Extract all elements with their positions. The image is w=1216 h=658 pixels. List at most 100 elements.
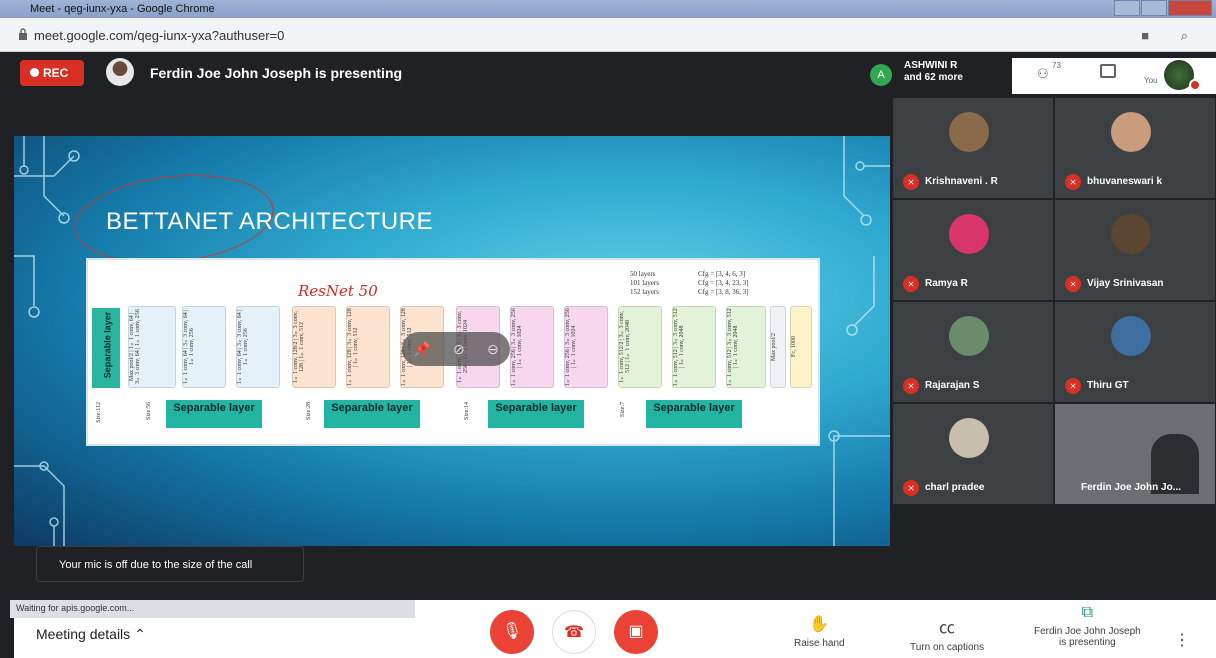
participants-header: A ASHWINI R and 62 more ⚇ 73 You (862, 58, 1216, 94)
minimize-button[interactable] (1114, 0, 1140, 16)
conv-block: 1×1 conv, 512 | 3×3 conv, 512 | 1×1 conv… (726, 306, 766, 388)
participant-tile[interactable]: ⨯ Rajarajan S (893, 302, 1053, 402)
hand-icon: ✋ (809, 616, 830, 633)
conv-block: Max pool/2 | 1×1 conv, 64 | 3×3 conv, 64… (128, 306, 176, 388)
close-button[interactable] (1168, 0, 1212, 16)
participant-name: Thiru GT (1087, 380, 1129, 391)
phone-hangup-icon: ☎ (564, 624, 584, 641)
remove-icon[interactable]: ⊖ (487, 341, 499, 358)
cfg-layer-101: 101 layers (630, 279, 659, 287)
mic-off-icon: ⨯ (903, 480, 919, 496)
people-icon[interactable]: ⚇ (1037, 66, 1049, 82)
size-label: Size:28 (306, 402, 312, 420)
cfg-value-101: Cfg = [3, 4, 23, 3] (698, 279, 749, 287)
participant-tile[interactable]: ⨯ Ramya R (893, 200, 1053, 300)
participant-tile[interactable]: ⨯ Vijay Srinivasan (1055, 200, 1215, 300)
avatar: A (870, 64, 892, 86)
raise-hand-button[interactable]: ✋ Raise hand (794, 614, 845, 649)
separable-layer-block: Separable layer (324, 400, 420, 428)
browser-title-bar: Meet - qeg-iunx-yxa - Google Chrome (0, 0, 1216, 18)
lock-icon (19, 28, 27, 40)
participant-name: Rajarajan S (925, 380, 980, 391)
address-bar[interactable]: meet.google.com/qeg-iunx-yxa?authuser=0 … (0, 18, 1216, 52)
conv-block: 1×1 conv, 256 | 3×3 conv, 256 | 1×1 conv… (510, 306, 554, 388)
participant-tile[interactable]: ⨯ bhuvaneswari k (1055, 98, 1215, 198)
participant-name: Ferdin Joe John Jo... (1081, 482, 1182, 493)
mic-off-icon: ⨯ (1065, 174, 1081, 190)
avatar (949, 214, 989, 254)
size-label: Size:7 (620, 402, 626, 417)
conv-block: 1×1 conv, 64 | 3×3 conv, 64 | 1×1 conv, … (182, 306, 226, 388)
slide-title: BETTANET ARCHITECTURE (106, 208, 433, 235)
more-options-icon[interactable]: ⋮ (1174, 630, 1190, 650)
separable-layer-block: Separable layer (488, 400, 584, 428)
mic-off-icon: ⨯ (903, 174, 919, 190)
participant-tile[interactable]: ⨯ Thiru GT (1055, 302, 1215, 402)
chat-icon[interactable] (1100, 64, 1116, 78)
avatar (1111, 316, 1151, 356)
separable-layer-block: Separable layer (646, 400, 742, 428)
you-label: You (1144, 76, 1158, 85)
conv-block: 1×1 conv, 128 | 3×3 conv, 128 | 1×1 conv… (346, 306, 390, 388)
captions-button[interactable]: ㏄ Turn on captions (910, 614, 984, 653)
extension-icons[interactable]: ■ ⌕ (1141, 28, 1202, 44)
presentation-slide: BETTANET ARCHITECTURE Separable layer Re… (14, 136, 890, 546)
meeting-details-button[interactable]: Meeting details ⌃ (36, 626, 146, 643)
people-count: 73 (1052, 61, 1061, 70)
cfg-layers: 50 layers 101 layers 152 layers (630, 270, 659, 297)
mic-off-icon: ⨯ (1065, 276, 1081, 292)
meet-window: REC Ferdin Joe John Joseph is presenting… (0, 52, 1216, 658)
maximize-button[interactable] (1141, 0, 1167, 16)
captions-label: Turn on captions (910, 642, 985, 653)
size-label: Size:112 (96, 402, 102, 423)
pin-icon[interactable]: 📌 (413, 341, 430, 358)
raise-hand-label: Raise hand (794, 638, 845, 649)
resnet-annotation: ResNet 50 (298, 282, 378, 300)
participant-name: ASHWINI R (904, 60, 958, 71)
participant-tile[interactable]: ⨯ Krishnaveni . R (893, 98, 1053, 198)
conv-block: 1×1 conv, 256 | 3×3 conv, 256 | 1×1 conv… (564, 306, 608, 388)
mic-toggle-button[interactable]: 🎙 (490, 610, 534, 654)
size-label: Size:14 (464, 402, 470, 420)
participant-name: bhuvaneswari k (1087, 176, 1163, 187)
conv-block: 1×1 conv, 512/2 | 3×3 conv, 512 | 1×1 co… (618, 306, 662, 388)
chevron-up-icon: ⌃ (134, 626, 146, 642)
avatar (949, 316, 989, 356)
presenter-avatar (106, 58, 134, 86)
recording-badge: REC (20, 60, 84, 86)
mic-off-icon: ⨯ (903, 378, 919, 394)
participant-name: Krishnaveni . R (925, 176, 998, 187)
participant-preview[interactable]: A ASHWINI R and 62 more (862, 58, 1012, 94)
window-controls (1113, 0, 1212, 16)
participant-name: Ramya R (925, 278, 968, 289)
participant-tile[interactable]: ⨯ charl pradee (893, 404, 1053, 504)
browser-status-bar: Waiting for apis.google.com... (10, 600, 415, 618)
notification-dot (1189, 79, 1201, 91)
mute-icon[interactable]: ⊘ (453, 341, 465, 358)
participant-more: and 62 more (904, 72, 963, 83)
avatar (949, 112, 989, 152)
presentation-overlay-controls: 📌 ⊘ ⊖ (402, 332, 510, 366)
presentation-status-button[interactable]: ⧉ Ferdin Joe John Joseph is presenting (1034, 604, 1141, 648)
camera-toggle-button[interactable]: ▣ (614, 610, 658, 654)
size-label: Size:56 (146, 402, 152, 420)
maxpool-block: Max pool/2 (770, 306, 786, 388)
meeting-details-label: Meeting details (36, 626, 131, 642)
side-separable-layer: Separable layer (92, 308, 120, 388)
conv-block: 1×1 conv, 128/2 | 3×3 conv, 128 | 1×1 co… (292, 306, 336, 388)
separable-layer-block: Separable layer (166, 400, 262, 428)
rec-label: REC (43, 66, 69, 80)
mic-off-icon: 🎙 (501, 623, 523, 640)
conv-block: 1×1 conv, 64 | 3×3 conv, 64 | 1×1 conv, … (236, 306, 280, 388)
captions-icon: ㏄ (939, 620, 956, 637)
window-title: Meet - qeg-iunx-yxa - Google Chrome (30, 3, 215, 15)
cfg-value-50: Cfg = [3, 4, 6, 3] (698, 270, 746, 278)
presenting-line1: Ferdin Joe John Joseph (1034, 626, 1141, 637)
url-text[interactable]: meet.google.com/qeg-iunx-yxa?authuser=0 (34, 28, 284, 43)
presenter-video-tile[interactable]: Ferdin Joe John Jo... (1055, 404, 1215, 504)
participant-names: ASHWINI R and 62 more (904, 60, 963, 84)
cfg-value-152: Cfg = [3, 8, 36, 3] (698, 288, 749, 296)
cfg-layer-50: 50 layers (630, 270, 656, 278)
leave-call-button[interactable]: ☎ (552, 610, 596, 654)
presenting-text: Ferdin Joe John Joseph is presenting (150, 65, 403, 81)
